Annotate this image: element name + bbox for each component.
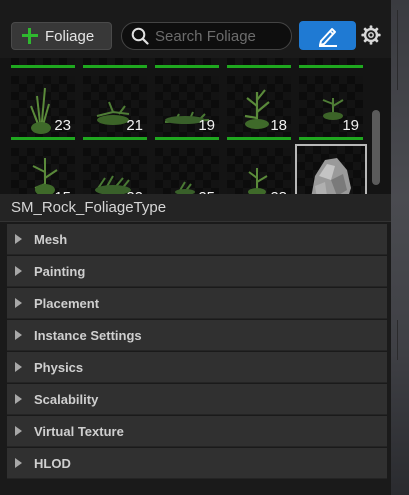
- gear-icon[interactable]: [360, 24, 382, 46]
- foliage-tile[interactable]: 22: [83, 148, 147, 194]
- category-mesh[interactable]: Mesh: [7, 224, 387, 255]
- add-foliage-label: Foliage: [45, 27, 95, 45]
- category-placement[interactable]: Placement: [7, 288, 387, 319]
- foliage-tile[interactable]: 19: [155, 76, 219, 140]
- expand-arrow-icon: [15, 394, 22, 404]
- add-foliage-button[interactable]: Foliage: [11, 22, 112, 50]
- search-icon: [131, 27, 149, 45]
- foliage-tile[interactable]: 25: [155, 148, 219, 194]
- foliage-panel: Foliage Search Foliage 23 21 19 18 19 SM…: [0, 0, 391, 495]
- category-label: Mesh: [34, 231, 68, 247]
- category-scalability[interactable]: Scalability: [7, 384, 387, 415]
- search-input[interactable]: [155, 27, 285, 45]
- foliage-paint-mode-button[interactable]: [299, 21, 356, 50]
- foliage-tile[interactable]: [299, 58, 363, 68]
- search-box[interactable]: [121, 22, 292, 50]
- grid-scrollbar-thumb[interactable]: [372, 110, 380, 185]
- foliage-type-grid: 23 21 19 18 19: [0, 58, 391, 194]
- selected-foliage-type-header: SM_Rock_FoliageType: [0, 194, 391, 222]
- instance-count: 18: [270, 117, 287, 134]
- category-label: Painting: [34, 263, 86, 279]
- ground-cover-thumbnail: [175, 181, 195, 194]
- expand-arrow-icon: [15, 362, 22, 372]
- weed-thumbnail: [248, 168, 268, 194]
- instance-count: 19: [342, 117, 359, 134]
- instance-count: 19: [198, 117, 215, 134]
- foliage-tile-selected[interactable]: 3: [295, 144, 367, 194]
- rock-thumbnail: [311, 158, 351, 194]
- foliage-tile[interactable]: 21: [83, 76, 147, 140]
- instance-count: 21: [126, 117, 143, 134]
- viewport-detail: [397, 10, 398, 90]
- foliage-tile[interactable]: [155, 58, 219, 68]
- foliage-tile[interactable]: 19: [299, 76, 363, 140]
- foliage-tile[interactable]: [227, 58, 291, 68]
- category-label: Placement: [34, 295, 100, 311]
- category-physics[interactable]: Physics: [7, 352, 387, 383]
- expand-arrow-icon: [15, 426, 22, 436]
- expand-arrow-icon: [15, 330, 22, 340]
- expand-arrow-icon: [15, 298, 22, 308]
- category-label: Physics: [34, 359, 84, 375]
- foliage-toolbar: Foliage: [0, 0, 391, 66]
- foliage-tile[interactable]: 18: [227, 76, 291, 140]
- foliage-tile[interactable]: 28: [227, 148, 291, 194]
- instance-count: 23: [54, 117, 71, 134]
- foliage-tile[interactable]: [83, 58, 147, 68]
- selected-foliage-type-name: SM_Rock_FoliageType: [11, 199, 167, 216]
- category-virtual-texture[interactable]: Virtual Texture: [7, 416, 387, 447]
- plus-icon: [22, 28, 38, 44]
- details-categories: Mesh Painting Placement Instance Setting…: [7, 224, 387, 480]
- expand-arrow-icon: [15, 458, 22, 468]
- low-grass-thumbnail: [95, 175, 131, 194]
- bush-thumbnail: [32, 158, 58, 194]
- category-label: Instance Settings: [34, 327, 142, 343]
- expand-arrow-icon: [15, 266, 22, 276]
- foliage-tile[interactable]: 15: [11, 148, 75, 194]
- viewport-edge: [391, 0, 409, 495]
- expand-arrow-icon: [15, 234, 22, 244]
- category-instance-settings[interactable]: Instance Settings: [7, 320, 387, 351]
- viewport-detail: [397, 320, 398, 360]
- paint-brush-icon: [318, 27, 337, 47]
- foliage-tile[interactable]: 23: [11, 76, 75, 140]
- category-hlod[interactable]: HLOD: [7, 448, 387, 479]
- category-label: Scalability: [34, 391, 99, 407]
- category-painting[interactable]: Painting: [7, 256, 387, 287]
- foliage-tile[interactable]: [11, 58, 75, 68]
- category-label: HLOD: [34, 455, 71, 471]
- category-label: Virtual Texture: [34, 423, 124, 439]
